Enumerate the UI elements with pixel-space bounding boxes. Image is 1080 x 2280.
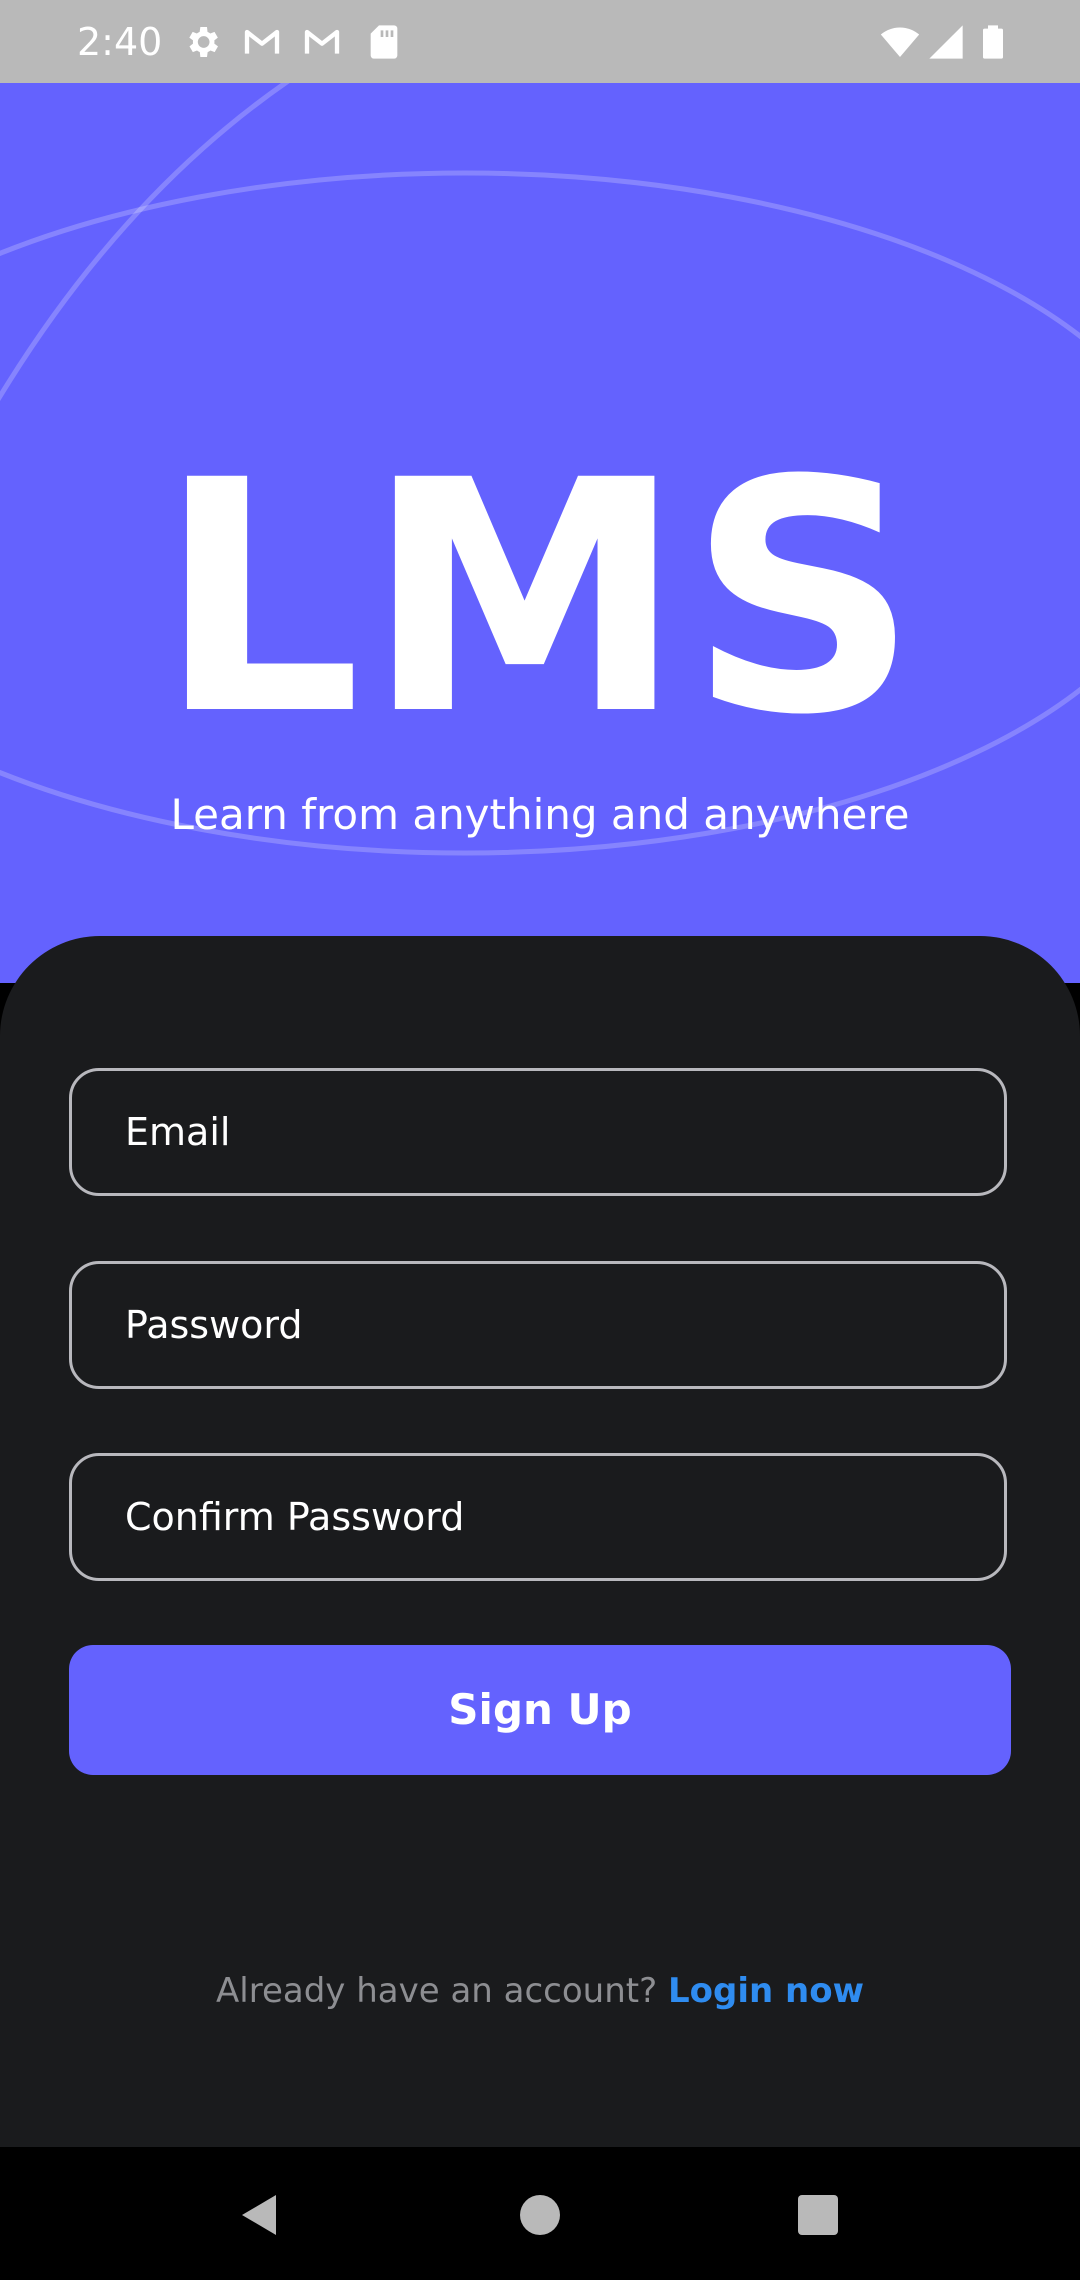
password-placeholder: Password [125,1303,303,1347]
back-icon[interactable] [236,2191,284,2239]
status-time: 2:40 [77,20,163,64]
confirm-password-field[interactable]: Confirm Password [69,1453,1007,1581]
gmail-icon [302,22,342,62]
signup-form-panel: Email Password Confirm Password Sign Up … [0,936,1080,2147]
battery-icon [973,22,1013,62]
tagline: Learn from anything and anywhere [170,790,910,839]
login-now-link[interactable]: Login now [668,1971,864,2011]
navigation-bar [0,2147,1080,2280]
sd-card-icon [364,22,404,62]
gmail-icon [242,22,282,62]
home-icon[interactable] [516,2191,564,2239]
recents-icon[interactable] [794,2191,842,2239]
password-field[interactable]: Password [69,1261,1007,1389]
login-row: Already have an account? Login now [0,1966,1080,2016]
app-logo: LMS [157,413,923,785]
signup-button[interactable]: Sign Up [69,1645,1011,1775]
status-bar: 2:40 [0,0,1080,83]
email-placeholder: Email [125,1110,231,1154]
email-field[interactable]: Email [69,1068,1007,1196]
wifi-icon [880,22,920,62]
header-banner: LMS Learn from anything and anywhere [0,83,1080,983]
confirm-password-placeholder: Confirm Password [125,1495,465,1539]
login-prompt: Already have an account? [216,1971,658,2011]
signup-screen: 2:40 LMS Learn from anything and anywher… [0,0,1080,2280]
gear-icon [182,22,222,62]
signal-icon [926,22,966,62]
